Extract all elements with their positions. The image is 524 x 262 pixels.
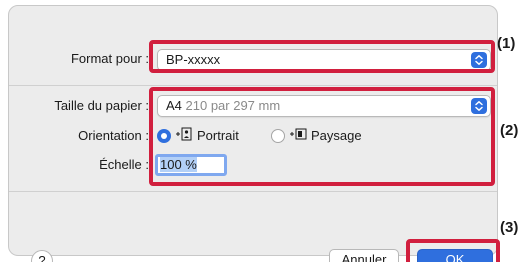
separator-bottom	[9, 191, 497, 192]
callout-number-2: (2)	[500, 122, 519, 139]
orientation-label: Orientation :	[78, 128, 149, 143]
callout-box-1	[149, 40, 495, 73]
scale-label: Échelle :	[99, 157, 149, 172]
separator-top	[9, 85, 497, 86]
callout-number-1: (1)	[497, 35, 516, 52]
callout-box-3	[406, 239, 500, 262]
callout-number-3: (3)	[500, 219, 519, 236]
format-label: Format pour :	[70, 51, 149, 66]
cancel-button[interactable]: Annuler	[329, 249, 399, 262]
paper-size-label: Taille du papier :	[54, 98, 149, 113]
help-button[interactable]: ?	[31, 250, 53, 262]
callout-box-2	[149, 87, 495, 186]
